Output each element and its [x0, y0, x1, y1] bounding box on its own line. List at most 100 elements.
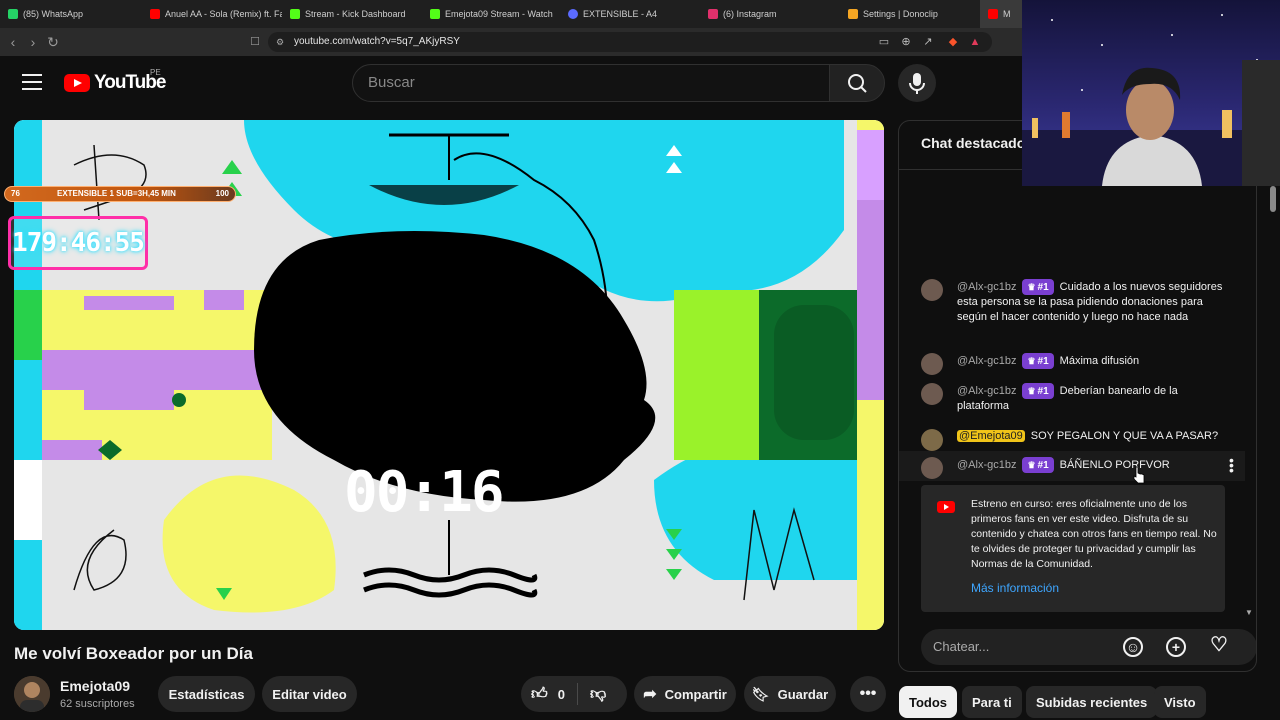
rank-badge: ♛ #1	[1022, 383, 1054, 399]
tab-label: Settings | Donoclip	[863, 9, 938, 19]
voice-search-button[interactable]	[898, 64, 936, 102]
share-icon[interactable]: ↗	[921, 35, 935, 49]
search-button[interactable]	[829, 64, 885, 102]
video-title: Me volví Boxeador por un Día	[14, 644, 253, 663]
message-text: Máxima difusión	[1059, 355, 1140, 367]
thumbs-down-icon[interactable]: 👎︎	[590, 685, 606, 704]
url-text: youtube.com/watch?v=5q7_AKjyRSY	[294, 36, 460, 47]
like-button[interactable]: 👍︎ 0	[531, 685, 565, 704]
premiere-info-card: Estreno en curso: eres oficialmente uno …	[921, 485, 1225, 612]
subathon-progress-bar: 76 EXTENSIBLE 1 SUB=3H,45 MIN 100	[4, 186, 236, 202]
rank-badge: ♛ #1	[1022, 457, 1054, 473]
bookmark-save-icon: 🔖︎	[751, 685, 770, 702]
tab-label: M	[1003, 9, 1011, 19]
tab-label: Anuel AA - Sola (Remix) ft. Far	[165, 9, 282, 19]
user-avatar	[921, 383, 943, 405]
stats-button-label: Estadísticas	[168, 686, 245, 702]
edit-video-button[interactable]: Editar video	[262, 676, 357, 712]
tab-label: (6) Instagram	[723, 9, 777, 19]
forward-icon[interactable]: ›	[24, 33, 42, 51]
chat-scrollbar[interactable]	[1270, 186, 1276, 212]
youtube-play-icon	[64, 74, 90, 92]
subathon-end-value: 100	[215, 189, 229, 198]
cast-icon[interactable]: ▭	[877, 35, 891, 49]
search-placeholder: Buscar	[368, 74, 415, 91]
like-count: 0	[557, 686, 565, 702]
chip-recent-uploads[interactable]: Subidas recientes	[1026, 686, 1158, 718]
chat-input-placeholder: Chatear...	[933, 639, 990, 654]
message-author: @Alx-gc1bz	[957, 385, 1017, 397]
save-button[interactable]: 🔖︎ Guardar	[744, 676, 836, 712]
subathon-label: EXTENSIBLE 1 SUB=3H,45 MIN	[57, 189, 176, 198]
more-actions-button[interactable]: •••	[850, 676, 886, 712]
countdown-timer: 00:16	[344, 460, 505, 525]
stream-duration-timer: 179:46:55	[8, 216, 148, 270]
tab-label: (85) WhatsApp	[23, 9, 84, 19]
message-author: @Alx-gc1bz	[957, 459, 1017, 471]
browser-tab[interactable]: Emejota09 Stream - Watch	[422, 0, 560, 28]
browser-tab-active[interactable]: M	[980, 0, 1022, 28]
browser-tab[interactable]: (6) Instagram	[700, 0, 840, 28]
tab-label: Emejota09 Stream - Watch	[445, 9, 553, 19]
avatar-photo	[14, 676, 50, 712]
webcam-feed	[1022, 0, 1280, 186]
rank-label: #1	[1037, 356, 1049, 367]
heart-icon[interactable]: ♡	[1209, 635, 1229, 657]
like-divider	[576, 683, 578, 705]
browser-tab[interactable]: Stream - Kick Dashboard	[282, 0, 422, 28]
more-info-link[interactable]: Más información	[971, 581, 1059, 595]
stats-button[interactable]: Estadísticas	[158, 676, 255, 712]
message-author: @Alx-gc1bz	[957, 355, 1017, 367]
chip-for-you[interactable]: Para ti	[962, 686, 1022, 718]
emoji-icon[interactable]: ☺	[1123, 637, 1143, 657]
brave-shield-icon[interactable]: ◆	[946, 35, 960, 49]
rank-badge: ♛ #1	[1022, 353, 1054, 369]
tab-label: Stream - Kick Dashboard	[305, 9, 406, 19]
chat-message[interactable]: @Alx-gc1bz ♛ #1 Cuidado a los nuevos seguid…	[921, 279, 1231, 325]
scroll-down-arrow-icon[interactable]: ▼	[1245, 608, 1253, 617]
chat-input[interactable]: Chatear...	[921, 629, 1256, 665]
hamburger-menu-icon[interactable]	[22, 74, 42, 90]
user-avatar	[921, 457, 943, 479]
search-input[interactable]: Buscar	[352, 64, 830, 102]
chat-message[interactable]: @Alx-gc1bz ♛ #1 Deberían banearlo de la pla…	[921, 383, 1231, 414]
youtube-icon	[150, 9, 160, 19]
more-horizontal-icon: •••	[859, 685, 877, 702]
rank-label: #1	[1037, 282, 1049, 293]
bookmark-icon[interactable]: ☐	[246, 33, 264, 51]
site-info-icon[interactable]: ⚙	[276, 32, 284, 52]
chip-all[interactable]: Todos	[899, 686, 958, 718]
message-options-icon[interactable]: • • •	[1229, 453, 1234, 477]
region-code: PE	[150, 68, 161, 77]
brave-rewards-icon[interactable]: ▲	[968, 35, 982, 49]
edit-button-label: Editar video	[272, 686, 347, 702]
browser-tab[interactable]: EXTENSIBLE - A4	[560, 0, 700, 28]
crown-icon: ♛	[1027, 356, 1036, 366]
youtube-header: YouTube PE Buscar	[0, 56, 1022, 112]
zoom-icon[interactable]: ⊕	[899, 35, 913, 49]
share-button-label: Compartir	[664, 686, 727, 702]
browser-tab[interactable]: (85) WhatsApp	[0, 0, 142, 28]
add-plus-icon[interactable]: +	[1166, 637, 1186, 657]
channel-name[interactable]: Emejota09	[60, 678, 130, 694]
browser-tab[interactable]: Settings | Donoclip	[840, 0, 980, 28]
donoclip-icon	[848, 9, 858, 19]
user-avatar	[921, 353, 943, 375]
chip-label: Todos	[909, 694, 948, 710]
tab-label: EXTENSIBLE - A4	[583, 9, 658, 19]
rank-label: #1	[1037, 386, 1049, 397]
reload-icon[interactable]: ↻	[44, 33, 62, 51]
chat-message[interactable]: @Emejota09 SOY PEGALON Y QUE VA A PASAR?	[921, 429, 1231, 451]
browser-tab[interactable]: Anuel AA - Sola (Remix) ft. Far	[142, 0, 282, 28]
chip-label: Visto	[1164, 694, 1196, 710]
back-icon[interactable]: ‹	[4, 33, 22, 51]
browser-tab-bar: (85) WhatsApp Anuel AA - Sola (Remix) ft…	[0, 0, 1022, 28]
chat-message[interactable]: @Alx-gc1bz ♛ #1 Máxima difusión	[921, 353, 1231, 375]
channel-avatar[interactable]	[14, 676, 50, 712]
thumbs-up-icon: 👍︎	[531, 685, 548, 703]
chat-message[interactable]: @Alx-gc1bz ♛ #1 BÁÑENLO PORFVOR	[921, 457, 1231, 479]
chip-watched[interactable]: Visto	[1154, 686, 1206, 718]
chat-title[interactable]: Chat destacado	[921, 135, 1025, 151]
whatsapp-icon	[8, 9, 18, 19]
share-button[interactable]: ➦ Compartir	[634, 676, 736, 712]
